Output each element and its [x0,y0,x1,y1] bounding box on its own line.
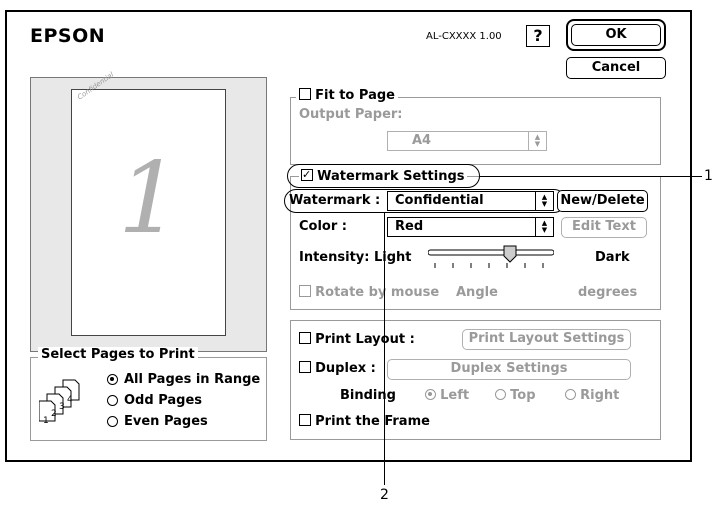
select-pages-legend: Select Pages to Print [38,347,198,362]
watermark-settings-label[interactable]: Watermark Settings [317,169,464,184]
callout-2-number: 2 [380,487,389,503]
output-paper-popup: A4 ▲ ▼ [387,131,547,151]
radio-even-pages-label[interactable]: Even Pages [124,414,208,429]
preview-page-number: 1 [118,142,181,256]
binding-top-label[interactable]: Top [510,388,535,403]
help-button[interactable]: ? [526,25,550,47]
popup-arrows-icon: ▲ ▼ [528,132,546,150]
binding-right-option[interactable]: Right [565,388,619,403]
angle-label: Angle [456,285,498,300]
output-paper-value: A4 [412,133,432,148]
color-label: Color : [299,219,347,234]
radio-even-pages-button[interactable] [107,416,118,427]
fit-to-page-label[interactable]: Fit to Page [315,88,395,103]
binding-left-label[interactable]: Left [440,388,469,403]
binding-right-radio[interactable] [565,389,576,400]
cancel-button[interactable]: Cancel [566,57,666,79]
rotate-by-mouse-checkbox[interactable] [299,285,311,297]
intensity-slider[interactable] [427,244,555,274]
fit-to-page-legend: Fit to Page [296,88,398,103]
radio-all-pages-button[interactable] [107,374,118,385]
watermark-popup-value: Confidential [395,193,484,208]
intensity-slider-thumb[interactable] [503,245,517,263]
print-frame-checkbox[interactable] [299,414,311,426]
fit-to-page-checkbox[interactable] [299,88,311,100]
watermark-settings-legend: ✓ Watermark Settings [299,169,467,184]
popup-arrows-icon: ▲ ▼ [535,192,553,210]
binding-left-radio[interactable] [425,389,436,400]
epson-logo: EPSON [30,25,106,47]
binding-top-radio[interactable] [495,389,506,400]
page-stack-digit-2: 2 [51,409,57,419]
output-paper-label: Output Paper: [299,107,403,122]
radio-odd-pages-button[interactable] [107,395,118,406]
rotate-by-mouse-label[interactable]: Rotate by mouse [315,285,439,300]
duplex-checkbox[interactable] [299,361,311,373]
duplex-settings-button[interactable]: Duplex Settings [387,359,631,380]
radio-all-pages-label[interactable]: All Pages in Range [124,372,260,387]
radio-all-pages[interactable] [107,374,118,389]
binding-left-option[interactable]: Left [425,388,469,403]
new-delete-button[interactable]: New/Delete [557,190,648,212]
radio-odd-pages-label[interactable]: Odd Pages [124,393,202,408]
watermark-settings-checkbox[interactable]: ✓ [301,169,313,181]
edit-text-button[interactable]: Edit Text [561,217,647,238]
popup-arrows-icon: ▲ ▼ [535,218,553,236]
watermark-label: Watermark : [289,193,381,208]
model-version-label: AL-CXXXX 1.00 [426,31,502,42]
callout-1-number: 1 [704,168,713,184]
print-frame-checkbox-wrap[interactable]: Print the Frame [299,414,430,429]
radio-odd-pages[interactable] [107,395,118,410]
checkmark-icon: ✓ [302,168,312,181]
degrees-label: degrees [578,285,638,300]
print-layout-settings-button[interactable]: Print Layout Settings [462,329,631,350]
radio-even-pages[interactable] [107,416,118,431]
print-layout-label[interactable]: Print Layout : [315,332,415,347]
ok-button[interactable]: OK [571,24,661,46]
print-layout-checkbox-wrap[interactable]: Print Layout : [299,332,415,347]
binding-top-option[interactable]: Top [495,388,536,403]
watermark-popup[interactable]: Confidential ▲ ▼ [387,191,554,211]
binding-label: Binding [340,388,396,403]
callout-2-line [384,213,385,485]
print-layout-checkbox[interactable] [299,332,311,344]
color-popup-value: Red [395,219,424,234]
page-stack-digit-4: 4 [67,395,73,405]
binding-right-label[interactable]: Right [580,388,619,403]
duplex-checkbox-wrap[interactable]: Duplex : [299,361,376,376]
page-stack-digit-3: 3 [59,402,65,412]
page-stack-digit-1: 1 [43,416,49,426]
callout-1-line [480,176,702,177]
rotate-by-mouse-checkbox-wrap[interactable]: Rotate by mouse [299,285,439,300]
duplex-label[interactable]: Duplex : [315,361,376,376]
print-frame-label[interactable]: Print the Frame [315,414,430,429]
color-popup[interactable]: Red ▲ ▼ [387,217,554,237]
intensity-dark-label: Dark [595,250,630,265]
intensity-light-label: Intensity: Light [299,250,412,265]
